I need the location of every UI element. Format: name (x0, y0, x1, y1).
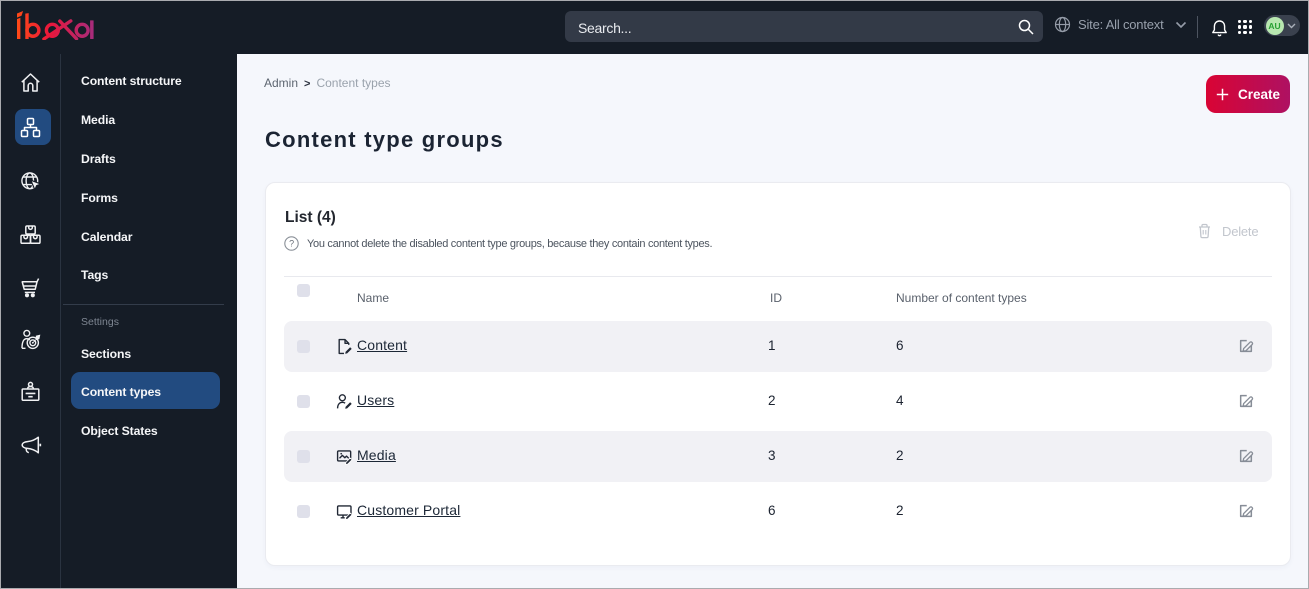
svg-text:?: ? (289, 239, 294, 249)
